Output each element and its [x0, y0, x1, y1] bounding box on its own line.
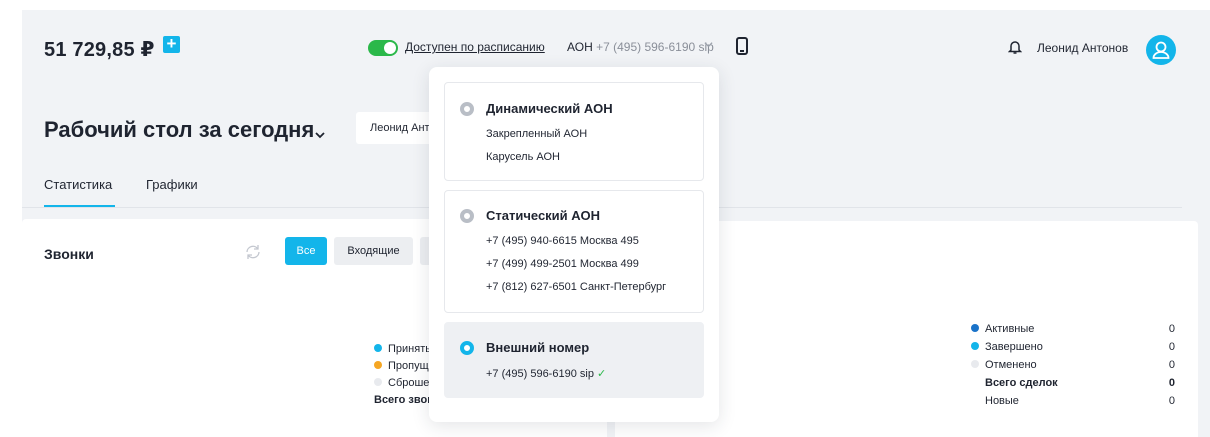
- tab-charts[interactable]: Графики: [146, 177, 198, 192]
- tab-statistics[interactable]: Статистика: [44, 177, 112, 192]
- refresh-icon[interactable]: [244, 244, 262, 265]
- legend-item: Пропущены: [374, 360, 434, 377]
- option-item[interactable]: Карусель АОН: [486, 151, 560, 163]
- aon-label: АОН: [567, 40, 593, 54]
- radio-icon[interactable]: [460, 102, 474, 116]
- option-title: Динамический АОН: [486, 101, 613, 116]
- phone-icon[interactable]: [736, 37, 748, 55]
- radio-icon[interactable]: [460, 341, 474, 355]
- option-item[interactable]: +7 (812) 627-6501 Санкт-Петербург: [486, 281, 666, 293]
- aon-option-static[interactable]: Статический АОН +7 (495) 940-6615 Москва…: [444, 190, 704, 313]
- check-icon: ✓: [596, 368, 607, 380]
- calls-legend: Приняты Пропущены Сброшены Всего звонков: [374, 343, 434, 411]
- filter-incoming-button[interactable]: Входящие: [334, 237, 413, 265]
- balance: 51 729,85 ₽: [44, 39, 155, 61]
- legend-item: Сброшены: [374, 377, 434, 394]
- legend-item: Активные 0: [971, 323, 1175, 341]
- legend-new: Новые 0: [985, 395, 1175, 407]
- option-item[interactable]: +7 (495) 940-6615 Москва 495: [486, 235, 639, 247]
- radio-icon[interactable]: [460, 209, 474, 223]
- app-window: 51 729,85 ₽ + Доступен по расписанию АОН…: [22, 10, 1210, 437]
- tab-active-indicator: [44, 205, 115, 207]
- bell-icon[interactable]: [1007, 39, 1023, 60]
- aon-option-external[interactable]: Внешний номер +7 (495) 596-6190 sip ✓: [444, 322, 704, 398]
- legend-item: Завершено 0: [971, 341, 1175, 359]
- chevron-down-icon[interactable]: [315, 126, 325, 144]
- availability-link[interactable]: Доступен по расписанию: [405, 40, 545, 54]
- legend-total: Всего звонков: [374, 394, 434, 406]
- option-title: Внешний номер: [486, 340, 590, 355]
- legend-total: Всего сделок 0: [985, 377, 1175, 389]
- calls-title: Звонки: [44, 246, 94, 262]
- option-item[interactable]: Закрепленный АОН: [486, 128, 587, 140]
- plus-icon: +: [166, 34, 177, 53]
- legend-item: Приняты: [374, 343, 434, 360]
- add-funds-button[interactable]: +: [163, 34, 180, 53]
- aon-option-dynamic[interactable]: Динамический АОН Закрепленный АОН Карусе…: [444, 82, 704, 181]
- page-title: Рабочий стол за сегодня: [44, 117, 315, 142]
- availability-toggle[interactable]: [368, 40, 398, 56]
- option-title: Статический АОН: [486, 208, 600, 223]
- aon-dropdown: Динамический АОН Закрепленный АОН Карусе…: [429, 67, 719, 422]
- filter-all-button[interactable]: Все: [285, 237, 327, 265]
- option-item[interactable]: +7 (495) 596-6190 sip ✓: [486, 367, 606, 380]
- chevron-down-icon[interactable]: [704, 40, 713, 52]
- aon-selector[interactable]: АОН +7 (495) 596-6190 sip: [567, 40, 714, 54]
- aon-number: +7 (495) 596-6190 sip: [596, 40, 714, 54]
- deals-legend: Активные 0 Завершено 0 Отменено 0 Всего сде…: [971, 323, 1175, 413]
- option-item[interactable]: +7 (499) 499-2501 Москва 499: [486, 258, 639, 270]
- user-name[interactable]: Леонид Антонов: [1037, 41, 1128, 55]
- legend-item: Отменено 0: [971, 359, 1175, 377]
- user-icon[interactable]: [1146, 35, 1176, 65]
